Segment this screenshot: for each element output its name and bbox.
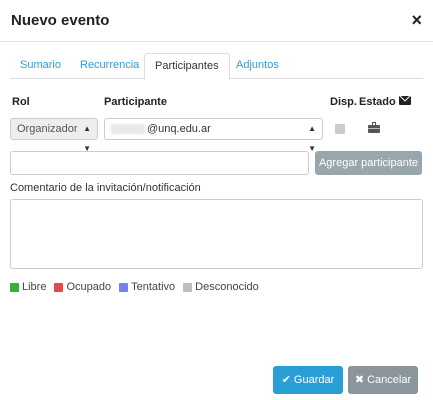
add-participant-button[interactable]: Agregar participante	[315, 151, 422, 175]
briefcase-icon[interactable]	[368, 122, 380, 133]
red-swatch-icon	[54, 282, 64, 292]
green-swatch-icon	[10, 282, 19, 292]
legend-tentativo: Tentativo	[119, 281, 175, 293]
gray-swatch-icon	[183, 282, 193, 292]
participant-select[interactable]: @unq.edu.ar ▲ ▼	[104, 118, 323, 153]
header-rol: Rol	[12, 96, 30, 108]
header-disp: Disp.	[330, 96, 357, 108]
tab-bar: Sumario Recurrencia Participantes Adjunt…	[10, 53, 423, 80]
legend-desconocido: Desconocido	[183, 281, 259, 293]
x-icon: ✖	[354, 374, 365, 386]
role-select[interactable]: Organizador ▲ ▼	[10, 118, 98, 153]
redacted-name	[111, 124, 145, 135]
comment-textarea[interactable]	[10, 199, 423, 269]
legend-ocupado: Ocupado	[54, 281, 111, 293]
role-value: Organizador	[17, 123, 78, 135]
add-participant-input[interactable]	[10, 151, 309, 175]
save-button[interactable]: ✔ Guardar	[273, 366, 343, 394]
tab-participantes[interactable]: Participantes	[144, 53, 230, 80]
tab-recurrencia[interactable]: Recurrencia	[70, 53, 149, 79]
dialog-title: Nuevo evento	[11, 12, 110, 29]
close-icon[interactable]: ×	[411, 10, 422, 30]
availability-checkbox[interactable]	[335, 124, 345, 134]
check-icon: ✔	[281, 374, 291, 386]
tab-adjuntos[interactable]: Adjuntos	[226, 53, 289, 79]
legend-libre: Libre	[10, 281, 46, 293]
comment-label: Comentario de la invitación/notificación	[10, 182, 201, 194]
tab-sumario[interactable]: Sumario	[10, 53, 71, 79]
header-participante: Participante	[104, 96, 167, 108]
envelope-icon[interactable]	[399, 96, 411, 105]
purple-swatch-icon	[119, 282, 129, 292]
participant-value: @unq.edu.ar	[147, 123, 211, 135]
cancel-button[interactable]: ✖ Cancelar	[348, 366, 418, 394]
header-estado: Estado	[359, 96, 396, 108]
availability-legend: Libre Ocupado Tentativo Desconocido	[10, 281, 259, 293]
dialog-header: Nuevo evento ×	[0, 0, 433, 42]
